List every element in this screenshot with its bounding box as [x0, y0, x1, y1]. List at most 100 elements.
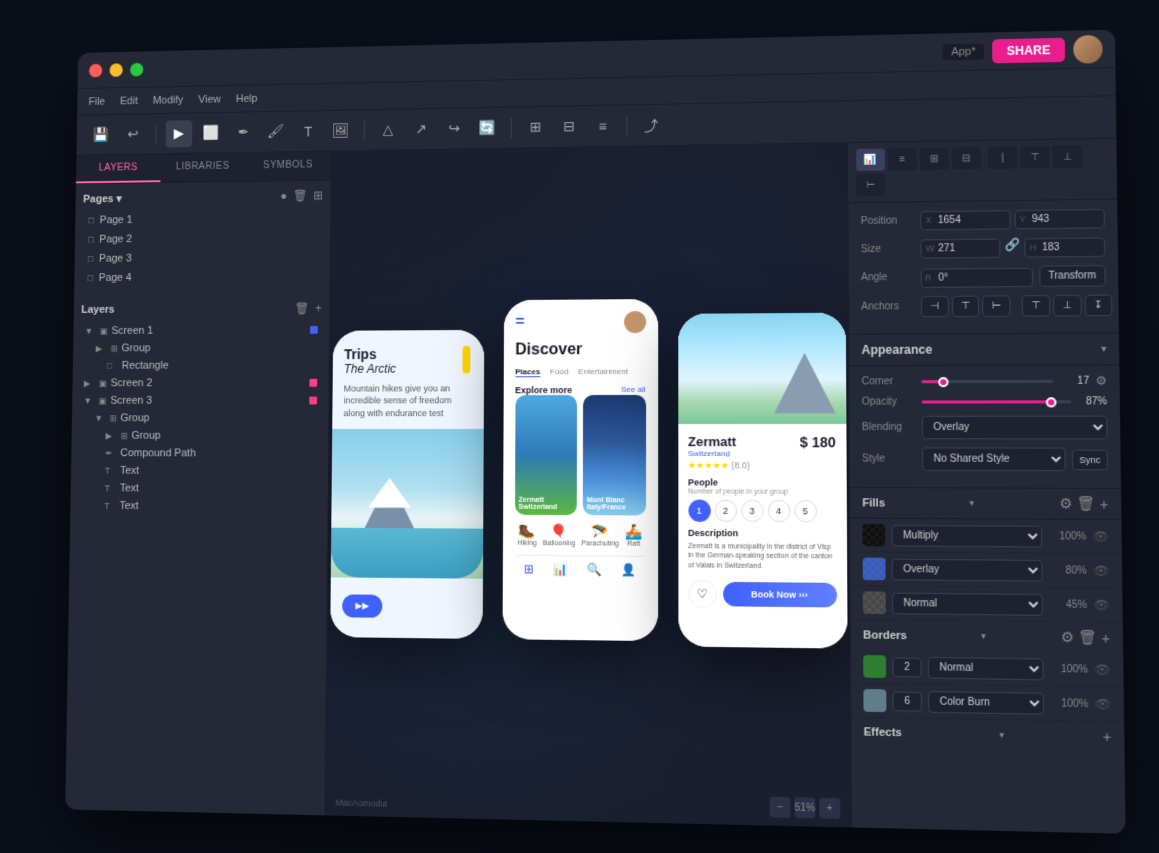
minimize-button[interactable] [109, 62, 122, 76]
menu-modify[interactable]: Modify [152, 94, 183, 106]
toolbar-image[interactable]: 🖼 [327, 116, 354, 144]
rp-tab-vert2[interactable]: ⊥ [1052, 145, 1082, 168]
layer-group3-inner[interactable]: ▶ ⊞ Group [79, 427, 321, 445]
zoom-out[interactable]: − [769, 796, 790, 817]
phone2-tab-entertainment[interactable]: Entertainment [578, 366, 628, 376]
fill-blend-2[interactable]: Overlay Multiply Normal [891, 558, 1042, 581]
anchor-btn-2[interactable]: ⊤ [951, 295, 979, 317]
phone-frame-1[interactable]: Trips The Arctic Mountain hikes give you… [329, 329, 483, 638]
layer-compound[interactable]: ✒ Compound Path [78, 444, 320, 462]
toolbar-pen[interactable]: ✒ [229, 118, 256, 145]
phone3-fav-btn[interactable]: ♡ [688, 579, 716, 608]
rp-tab-grid[interactable]: ⊟ [951, 146, 980, 169]
person-btn-2[interactable]: 2 [714, 499, 736, 521]
toolbar-rotate[interactable]: 🔄 [473, 114, 501, 142]
phone2-see-all[interactable]: See all [621, 384, 646, 393]
zoom-in[interactable]: + [819, 797, 840, 818]
toolbar-select[interactable]: ▶ [165, 119, 192, 146]
fill-swatch-3[interactable] [862, 591, 885, 614]
transform-button[interactable]: Transform [1038, 265, 1105, 287]
rp-tab-align[interactable]: ≡ [887, 148, 916, 170]
toolbar-rect[interactable]: ⬜ [197, 119, 224, 146]
border-eye-2[interactable]: 👁 [1094, 696, 1110, 711]
border-swatch-2[interactable] [863, 689, 886, 712]
layers-add[interactable]: + [314, 301, 321, 315]
toolbar-undo[interactable]: ↩ [119, 120, 146, 147]
menu-help[interactable]: Help [235, 92, 257, 104]
borders-add-btn[interactable]: + [1101, 628, 1110, 646]
tab-libraries[interactable]: LIBRARIES [160, 152, 245, 181]
page-item-1[interactable]: □ Page 1 [82, 207, 322, 229]
page-item-4[interactable]: □ Page 4 [81, 266, 322, 288]
toolbar-dist[interactable]: ≡ [588, 111, 616, 139]
fills-add-btn[interactable]: + [1099, 495, 1108, 513]
menu-view[interactable]: View [198, 93, 221, 105]
layer-group3[interactable]: ▼ ⊞ Group [79, 409, 320, 427]
maximize-button[interactable] [130, 62, 143, 76]
phone2-card-2[interactable]: Mont BlancItaly/France [582, 394, 645, 515]
toolbar-save[interactable]: 💾 [87, 121, 114, 148]
phone2-card-1[interactable]: ZermattSwitzerland [514, 394, 577, 514]
fill-blend-1[interactable]: Multiply Overlay Normal [891, 524, 1042, 547]
person-btn-5[interactable]: 5 [793, 499, 816, 521]
menu-file[interactable]: File [88, 95, 105, 107]
layer-text1[interactable]: T Text [78, 461, 320, 479]
rp-tab-vert1[interactable]: ⊤ [1020, 145, 1049, 168]
layer-rect1[interactable]: □ Rectangle [80, 356, 321, 374]
toolbar-arrow[interactable]: ↗ [407, 115, 434, 143]
borders-delete-btn[interactable]: 🗑 [1078, 628, 1097, 646]
toolbar-grid[interactable]: ⊞ [521, 113, 549, 141]
person-btn-1[interactable]: 1 [687, 499, 709, 521]
fills-delete-btn[interactable]: 🗑 [1076, 494, 1095, 512]
close-button[interactable] [88, 63, 101, 77]
layer-screen3[interactable]: ▼ ▣ Screen 3 [79, 391, 320, 409]
pages-delete[interactable]: 🗑 [292, 188, 307, 202]
fill-swatch-2[interactable] [862, 557, 885, 580]
nav-search[interactable]: 🔍 [586, 562, 601, 576]
share-button[interactable]: SHARE [992, 37, 1065, 63]
anchor-btn-1[interactable]: ⊣ [920, 295, 948, 316]
nav-home[interactable]: ⊞ [523, 561, 533, 575]
blending-select[interactable]: Overlay Normal Multiply [921, 415, 1107, 439]
layer-screen1[interactable]: ▼ ▣ Screen 1 [80, 321, 321, 340]
fill-eye-1[interactable]: 👁 [1092, 529, 1108, 544]
rp-tab-chart[interactable]: 📊 [856, 148, 885, 170]
phone1-arrow-btn[interactable]: ▶▶ [341, 593, 382, 616]
pages-add[interactable]: ⊞ [313, 188, 323, 202]
canvas-area[interactable]: Trips The Arctic Mountain hikes give you… [325, 143, 850, 827]
rp-tab-vert3[interactable]: ⊢ [856, 173, 885, 195]
border-eye-1[interactable]: 👁 [1094, 662, 1110, 677]
border-type-1[interactable]: Normal Color Burn [927, 656, 1043, 679]
position-x-input[interactable] [920, 210, 1010, 230]
anchor-btn-6[interactable]: ↧ [1084, 294, 1112, 316]
appearance-arrow-icon[interactable]: ▾ [1101, 343, 1106, 354]
toolbar-export[interactable]: ⤴ [637, 111, 665, 139]
anchor-btn-4[interactable]: ⊤ [1021, 295, 1049, 317]
page-item-3[interactable]: □ Page 3 [81, 246, 321, 268]
layer-text3[interactable]: T Text [77, 496, 319, 515]
toolbar-align[interactable]: ⊟ [555, 112, 583, 140]
opacity-slider-thumb[interactable] [1046, 397, 1057, 407]
nav-chart[interactable]: 📊 [552, 561, 567, 575]
fill-blend-3[interactable]: Normal Multiply Overlay [891, 592, 1042, 615]
phone3-book-btn[interactable]: Book Now ››› [722, 581, 836, 607]
fill-swatch-1[interactable] [862, 523, 885, 546]
tab-layers[interactable]: LAYERS [75, 154, 159, 183]
phone2-tab-places[interactable]: Places [515, 366, 540, 376]
layer-screen2[interactable]: ▶ ▣ Screen 2 [79, 373, 320, 391]
nav-profile[interactable]: 👤 [620, 562, 635, 576]
anchor-btn-3[interactable]: ⊢ [982, 295, 1010, 317]
toolbar-redo[interactable]: ↪ [440, 114, 467, 142]
border-swatch-1[interactable] [863, 655, 886, 678]
angle-r-input[interactable] [920, 267, 1032, 287]
phone-frame-3[interactable]: Zermatt Switzerland ★★★★★ (8.0) $ 180 Pe… [677, 312, 846, 648]
rp-tab-layout[interactable]: ⊞ [919, 147, 948, 170]
sync-button[interactable]: Sync [1071, 449, 1107, 470]
corner-slider-thumb[interactable] [938, 376, 948, 386]
toolbar-paint[interactable]: 🖌 [262, 117, 289, 144]
border-type-2[interactable]: Color Burn Normal [928, 690, 1044, 714]
zoom-level[interactable]: 51% [794, 797, 815, 818]
toolbar-text[interactable]: T [294, 117, 321, 145]
person-btn-3[interactable]: 3 [740, 499, 762, 521]
menu-edit[interactable]: Edit [119, 94, 137, 106]
